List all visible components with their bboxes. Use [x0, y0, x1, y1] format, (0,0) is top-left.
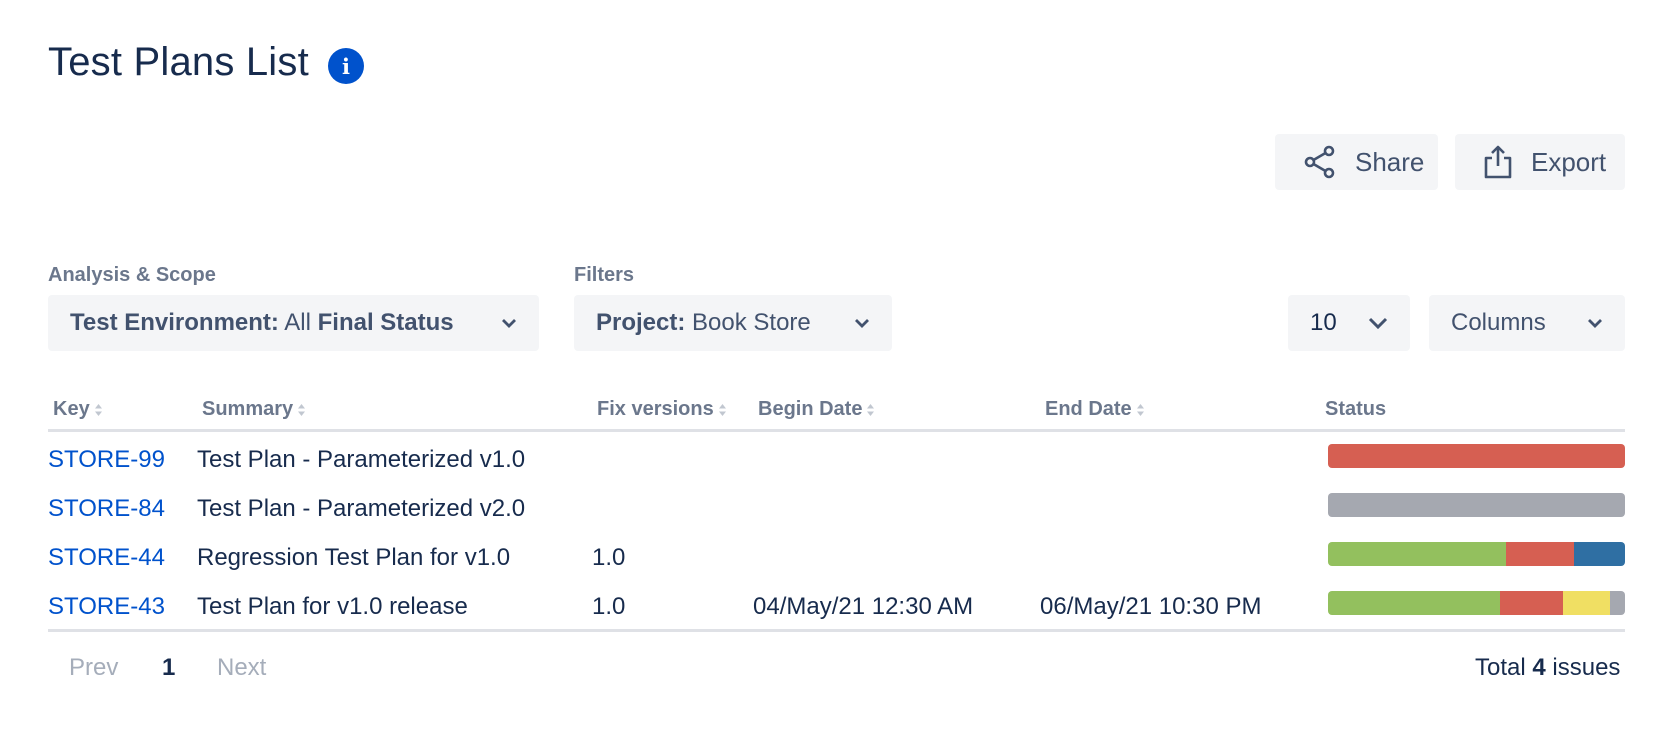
header-summary-label: Summary	[202, 398, 294, 420]
analysis-scope-label: Analysis & Scope	[48, 264, 216, 286]
status-segment	[1328, 591, 1501, 615]
header-divider	[48, 429, 1625, 432]
header-status-label: Status	[1325, 398, 1387, 420]
status-segment	[1328, 493, 1625, 517]
sort-icon	[94, 403, 102, 416]
page-size-select[interactable]: 10	[1288, 295, 1410, 351]
share-icon	[1304, 145, 1335, 179]
status-progress-bar[interactable]	[1328, 591, 1625, 615]
status-progress-bar[interactable]	[1328, 444, 1625, 468]
status-segment	[1328, 542, 1507, 566]
column-header-end-date[interactable]: End Date	[1045, 398, 1145, 421]
next-page-button[interactable]: Next	[217, 654, 266, 682]
fix-version-cell: 1.0	[592, 593, 626, 620]
end-date-cell: 06/May/21 10:30 PM	[1040, 593, 1262, 620]
chevron-down-icon	[1588, 319, 1602, 328]
total-issues: Total 4 issues	[1475, 654, 1620, 682]
issue-key-link[interactable]: STORE-84	[48, 495, 165, 523]
summary-cell: Test Plan for v1.0 release	[197, 593, 468, 620]
status-progress-bar[interactable]	[1328, 542, 1625, 566]
total-count: 4	[1532, 654, 1546, 681]
issue-key-link[interactable]: STORE-44	[48, 544, 165, 572]
export-icon	[1484, 145, 1512, 179]
project-value: Book Store	[685, 309, 811, 336]
status-segment	[1500, 591, 1563, 615]
column-header-fix-versions[interactable]: Fix versions	[597, 398, 727, 421]
share-label: Share	[1355, 146, 1425, 177]
test-environment-key: Test Environment:	[70, 309, 279, 336]
summary-cell: Test Plan - Parameterized v2.0	[197, 495, 526, 522]
status-segment	[1610, 591, 1625, 615]
total-suffix: issues	[1545, 654, 1621, 681]
chevron-down-icon	[502, 319, 516, 328]
sort-icon	[298, 403, 306, 416]
page-title: Test Plans List	[48, 40, 309, 84]
info-icon[interactable]: i	[328, 48, 364, 84]
summary-cell: Regression Test Plan for v1.0	[197, 544, 511, 571]
prev-page-button[interactable]: Prev	[69, 654, 118, 682]
chevron-down-icon	[855, 319, 869, 328]
sort-icon	[867, 403, 875, 416]
header-fix-versions-label: Fix versions	[597, 398, 714, 420]
status-segment	[1506, 542, 1575, 566]
sort-icon	[1136, 403, 1144, 416]
begin-date-cell: 04/May/21 12:30 AM	[753, 593, 974, 620]
status-segment	[1562, 591, 1611, 615]
issue-key-link[interactable]: STORE-99	[48, 446, 165, 474]
columns-dropdown[interactable]: Columns	[1429, 295, 1625, 351]
final-status-label: Final Status	[317, 309, 454, 336]
header-begin-date-label: Begin Date	[758, 398, 863, 420]
share-button[interactable]: Share	[1275, 134, 1438, 190]
issue-key-link[interactable]: STORE-43	[48, 593, 165, 621]
test-environment-value: All	[278, 309, 318, 336]
fix-version-cell: 1.0	[592, 544, 626, 571]
current-page-number[interactable]: 1	[162, 654, 175, 682]
column-header-status: Status	[1325, 398, 1386, 421]
page-size-value: 10	[1310, 309, 1337, 336]
export-label: Export	[1531, 146, 1607, 177]
status-segment	[1328, 444, 1625, 468]
column-header-begin-date[interactable]: Begin Date	[758, 398, 875, 421]
header-key-label: Key	[53, 398, 90, 420]
filters-label: Filters	[574, 264, 635, 286]
column-header-summary[interactable]: Summary	[202, 398, 306, 421]
export-button[interactable]: Export	[1455, 134, 1625, 190]
analysis-scope-dropdown[interactable]: Test Environment: All Final Status	[48, 295, 539, 351]
table-bottom-divider	[48, 629, 1625, 632]
header-end-date-label: End Date	[1045, 398, 1132, 420]
column-header-key[interactable]: Key	[53, 398, 103, 421]
summary-cell: Test Plan - Parameterized v1.0	[197, 446, 526, 473]
chevron-down-icon	[1368, 317, 1388, 329]
project-filter-dropdown[interactable]: Project: Book Store	[574, 295, 892, 351]
project-key: Project:	[596, 309, 686, 336]
status-segment	[1574, 542, 1625, 566]
columns-label: Columns	[1451, 309, 1546, 336]
status-progress-bar[interactable]	[1328, 493, 1625, 517]
total-prefix: Total	[1475, 654, 1533, 681]
sort-icon	[718, 403, 726, 416]
